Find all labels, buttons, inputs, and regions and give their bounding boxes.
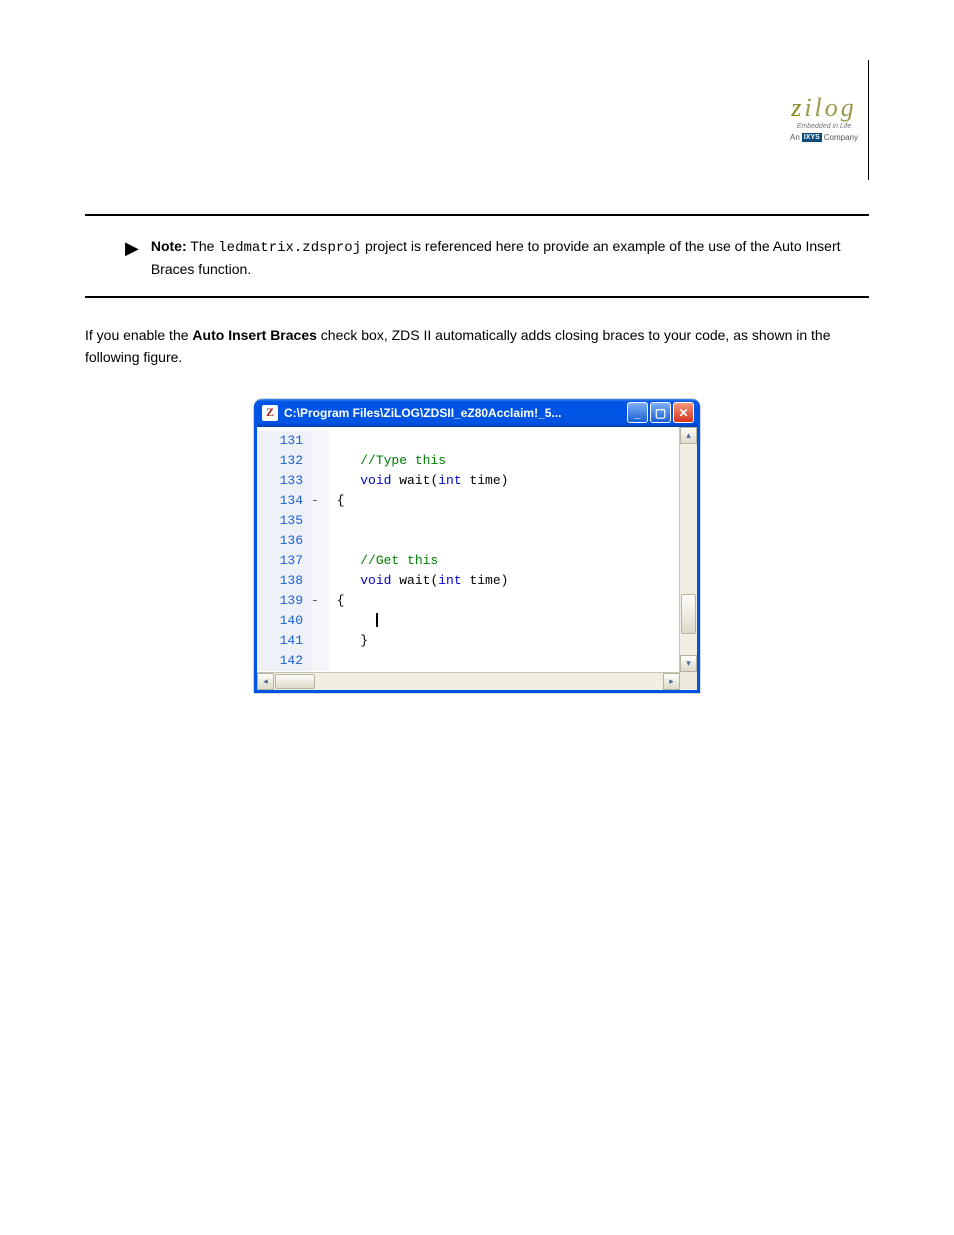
line-number: 132	[257, 451, 311, 471]
line-number: 140	[257, 611, 311, 631]
code-line: 141 }	[257, 631, 679, 651]
fold-gutter	[311, 451, 329, 471]
line-number: 135	[257, 511, 311, 531]
note-text: Note: The ledmatrix.zdsproj project is r…	[151, 236, 869, 280]
hr-top	[85, 214, 869, 216]
scroll-left-button[interactable]: ◂	[257, 673, 274, 690]
scroll-down-button[interactable]: ▾	[680, 655, 697, 672]
line-number: 131	[257, 431, 311, 451]
note-label: Note:	[151, 238, 187, 254]
code-text	[329, 651, 679, 671]
app-icon: Z	[262, 405, 278, 421]
code-text	[329, 531, 679, 551]
code-line: 135	[257, 511, 679, 531]
vertical-scrollbar[interactable]: ▴ ▾	[679, 427, 697, 672]
code-line: 134- {	[257, 491, 679, 511]
ixys-badge: IXYS	[802, 133, 822, 142]
code-line: 132 //Type this	[257, 451, 679, 471]
code-text: void wait(int time)	[329, 471, 679, 491]
body-paragraph: If you enable the Auto Insert Braces che…	[85, 324, 865, 369]
scroll-right-button[interactable]: ▸	[663, 673, 680, 690]
code-line: 138 void wait(int time)	[257, 571, 679, 591]
code-line: 136	[257, 531, 679, 551]
text-cursor	[376, 613, 379, 627]
fold-gutter	[311, 651, 329, 671]
scroll-corner	[680, 672, 697, 689]
scroll-track-vertical[interactable]	[680, 444, 697, 655]
code-text	[329, 431, 679, 451]
fold-gutter[interactable]: -	[311, 491, 329, 511]
fold-gutter	[311, 611, 329, 631]
code-text: void wait(int time)	[329, 571, 679, 591]
horizontal-scrollbar[interactable]: ◂ ▸	[257, 672, 680, 690]
line-number: 138	[257, 571, 311, 591]
line-number: 142	[257, 651, 311, 671]
line-number: 136	[257, 531, 311, 551]
line-number: 137	[257, 551, 311, 571]
fold-gutter[interactable]: -	[311, 591, 329, 611]
code-text	[329, 511, 679, 531]
logo-brand-rest: ilog	[804, 93, 856, 122]
window-title: C:\Program Files\ZiLOG\ZDSII_eZ80Acclaim…	[284, 406, 621, 420]
hr-bottom	[85, 296, 869, 298]
code-text: }	[329, 631, 679, 651]
code-line: 137 //Get this	[257, 551, 679, 571]
code-line: 140	[257, 611, 679, 631]
fold-gutter	[311, 631, 329, 651]
code-text: //Get this	[329, 551, 679, 571]
code-line: 142	[257, 651, 679, 671]
fold-gutter	[311, 571, 329, 591]
code-text: {	[329, 491, 679, 511]
scroll-thumb-vertical[interactable]	[681, 594, 696, 634]
brand-logo: zilog Embedded in Life An IXYS Company	[779, 95, 869, 142]
fold-gutter	[311, 471, 329, 491]
scroll-thumb-horizontal[interactable]	[275, 674, 315, 689]
line-number: 141	[257, 631, 311, 651]
code-line: 131	[257, 431, 679, 451]
code-line: 133 void wait(int time)	[257, 471, 679, 491]
fold-gutter	[311, 431, 329, 451]
editor-body: 131 132 //Type this133 void wait(int tim…	[257, 427, 697, 672]
fold-gutter	[311, 551, 329, 571]
note-arrow-icon: ▶	[125, 236, 139, 260]
scroll-up-button[interactable]: ▴	[680, 427, 697, 444]
feature-name: Auto Insert Braces	[192, 327, 316, 343]
logo-tagline: Embedded in Life	[779, 123, 869, 130]
line-number: 134	[257, 491, 311, 511]
code-text	[329, 611, 679, 631]
editor-window: Z C:\Program Files\ZiLOG\ZDSII_eZ80Accla…	[254, 399, 700, 693]
minimize-button[interactable]: _	[627, 402, 648, 423]
line-number: 139	[257, 591, 311, 611]
close-button[interactable]: ✕	[673, 402, 694, 423]
titlebar[interactable]: Z C:\Program Files\ZiLOG\ZDSII_eZ80Accla…	[257, 399, 697, 427]
note-block: ▶ Note: The ledmatrix.zdsproj project is…	[85, 230, 869, 282]
line-number: 133	[257, 471, 311, 491]
note-filename: ledmatrix.zdsproj	[218, 240, 361, 256]
logo-subline: An IXYS Company	[779, 133, 869, 142]
scroll-track-horizontal[interactable]	[274, 673, 663, 690]
maximize-button[interactable]: ▢	[650, 402, 671, 423]
code-text: {	[329, 591, 679, 611]
code-text: //Type this	[329, 451, 679, 471]
fold-gutter	[311, 531, 329, 551]
fold-gutter	[311, 511, 329, 531]
logo-letter-z: z	[791, 93, 804, 122]
code-area[interactable]: 131 132 //Type this133 void wait(int tim…	[257, 427, 679, 672]
code-line: 139- {	[257, 591, 679, 611]
